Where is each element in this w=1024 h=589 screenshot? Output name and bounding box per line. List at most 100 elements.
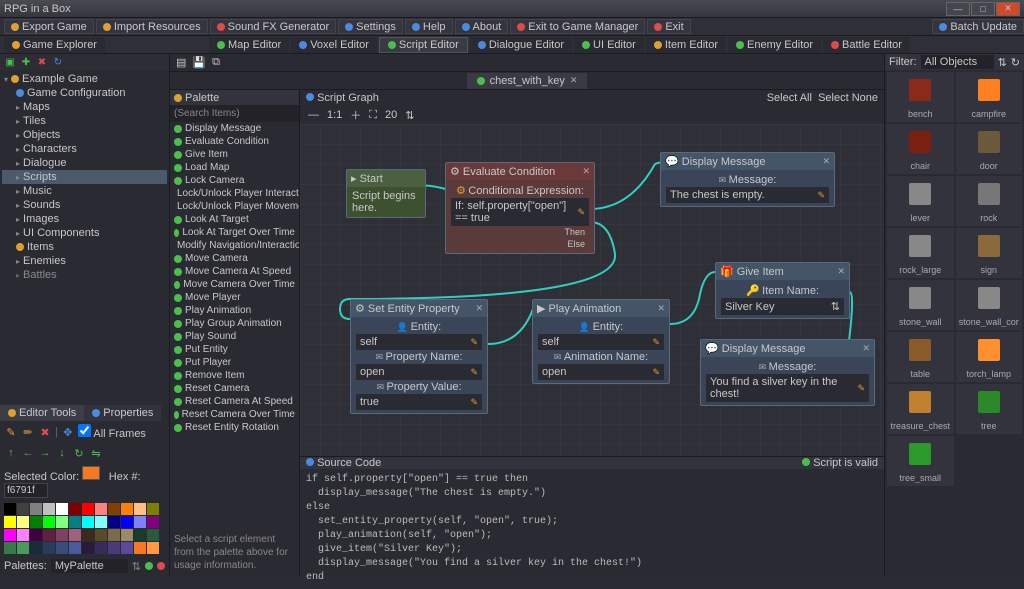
color-swatch[interactable] xyxy=(108,516,120,528)
tree-tiles[interactable]: Tiles xyxy=(23,115,46,127)
game-tree[interactable]: ▾Example Game Game Configuration ▸Maps ▸… xyxy=(0,70,169,405)
tree-root[interactable]: Example Game xyxy=(22,73,98,85)
tab-battle-editor[interactable]: Battle Editor xyxy=(823,37,910,53)
color-swatch[interactable] xyxy=(134,503,146,515)
fit-icon[interactable]: ⛶ xyxy=(369,109,377,122)
color-swatch[interactable] xyxy=(30,516,42,528)
color-swatch[interactable] xyxy=(82,516,94,528)
palette-item[interactable]: Play Group Animation xyxy=(170,317,299,330)
tree-images[interactable]: Images xyxy=(23,213,59,225)
object-sign[interactable]: sign xyxy=(956,228,1023,278)
minimize-button[interactable]: — xyxy=(946,2,970,16)
pencil-tool-icon[interactable]: ✎ xyxy=(4,425,18,439)
zoom-in-icon[interactable]: ＋ xyxy=(350,107,361,123)
arrow-down-icon[interactable]: ↓ xyxy=(55,446,69,460)
node-display-message-1[interactable]: 💬 Display Message✕ ✉ Message: The chest … xyxy=(660,152,835,207)
select-all-button[interactable]: Select All xyxy=(767,92,812,104)
palette-item[interactable]: Lock/Unlock Player Movement xyxy=(170,200,299,213)
tab-voxel-editor[interactable]: Voxel Editor xyxy=(291,37,377,53)
color-swatch[interactable] xyxy=(43,529,55,541)
edit-icon[interactable]: ✎ xyxy=(577,207,585,218)
tree-music[interactable]: Music xyxy=(23,185,52,197)
color-swatch[interactable] xyxy=(108,503,120,515)
edit-icon[interactable]: ✎ xyxy=(470,367,478,378)
doc-tab-chest[interactable]: chest_with_key✕ xyxy=(467,73,588,89)
tree-objects[interactable]: Objects xyxy=(23,129,60,141)
tree-sounds[interactable]: Sounds xyxy=(23,199,60,211)
color-swatch[interactable] xyxy=(82,529,94,541)
about-button[interactable]: About xyxy=(455,19,509,34)
color-swatch[interactable] xyxy=(69,529,81,541)
palette-item[interactable]: Load Map xyxy=(170,161,299,174)
object-door[interactable]: door xyxy=(956,124,1023,174)
settings-button[interactable]: Settings xyxy=(338,19,403,34)
color-swatch[interactable] xyxy=(30,542,42,554)
color-swatch[interactable] xyxy=(30,529,42,541)
object-rock_large[interactable]: rock_large xyxy=(887,228,954,278)
color-swatch[interactable] xyxy=(43,503,55,515)
color-swatch[interactable] xyxy=(121,503,133,515)
color-swatch[interactable] xyxy=(121,516,133,528)
zoom-stepper-icon[interactable]: ⇅ xyxy=(405,109,414,122)
erase-tool-icon[interactable]: ✖ xyxy=(38,425,52,439)
color-swatch[interactable] xyxy=(95,503,107,515)
object-tree[interactable]: tree xyxy=(956,384,1023,434)
palette-list[interactable]: Display MessageEvaluate ConditionGive It… xyxy=(170,122,299,529)
color-swatch[interactable] xyxy=(147,542,159,554)
color-swatch[interactable] xyxy=(95,516,107,528)
color-swatch[interactable] xyxy=(121,529,133,541)
palette-item[interactable]: Display Message xyxy=(170,122,299,135)
palette-item[interactable]: Lock/Unlock Player Interaction xyxy=(170,187,299,200)
palette-item[interactable]: Reset Camera xyxy=(170,382,299,395)
palette-item[interactable]: Move Player xyxy=(170,291,299,304)
palette-item[interactable]: Play Animation xyxy=(170,304,299,317)
color-swatch[interactable] xyxy=(43,542,55,554)
object-grid[interactable]: benchcampfirechairdoorleverrockrock_larg… xyxy=(885,70,1024,576)
edit-icon[interactable]: ✎ xyxy=(470,397,478,408)
help-button[interactable]: Help xyxy=(405,19,453,34)
close-tab-icon[interactable]: ✕ xyxy=(570,75,578,86)
color-swatch[interactable] xyxy=(4,503,16,515)
tree-dialogue[interactable]: Dialogue xyxy=(23,157,66,169)
tree-items[interactable]: Items xyxy=(27,241,54,253)
object-campfire[interactable]: campfire xyxy=(956,72,1023,122)
tab-ui-editor[interactable]: UI Editor xyxy=(574,37,644,53)
palette-item[interactable]: Look At Target Over Time xyxy=(170,226,299,239)
edit-icon[interactable]: ✎ xyxy=(817,190,825,201)
close-node-icon[interactable]: ✕ xyxy=(475,303,483,314)
tab-editor-tools[interactable]: Editor Tools xyxy=(0,405,84,421)
palette-item[interactable]: Move Camera xyxy=(170,252,299,265)
object-treasure_chest[interactable]: treasure_chest xyxy=(887,384,954,434)
object-bench[interactable]: bench xyxy=(887,72,954,122)
color-swatch[interactable] xyxy=(43,516,55,528)
color-swatch[interactable] xyxy=(121,542,133,554)
close-button[interactable]: ✕ xyxy=(996,2,1020,16)
tree-enemies[interactable]: Enemies xyxy=(23,255,66,267)
close-node-icon[interactable]: ✕ xyxy=(822,156,830,167)
palette-item[interactable]: Move Camera Over Time xyxy=(170,278,299,291)
object-chair[interactable]: chair xyxy=(887,124,954,174)
color-swatch[interactable] xyxy=(4,529,16,541)
palette-item[interactable]: Reset Camera Over Time xyxy=(170,408,299,421)
add-icon[interactable]: ✚ xyxy=(20,56,32,68)
object-table[interactable]: table xyxy=(887,332,954,382)
sfx-generator-button[interactable]: Sound FX Generator xyxy=(210,19,337,34)
color-swatch[interactable] xyxy=(56,529,68,541)
palette-item[interactable]: Remove Item xyxy=(170,369,299,382)
filter-stepper-icon[interactable]: ⇅ xyxy=(998,56,1007,69)
color-swatch[interactable] xyxy=(69,503,81,515)
color-swatch[interactable] xyxy=(134,542,146,554)
color-swatch[interactable] xyxy=(56,503,68,515)
zoom-value[interactable]: 20 xyxy=(385,109,397,121)
color-swatch[interactable] xyxy=(95,529,107,541)
color-swatch[interactable] xyxy=(147,516,159,528)
all-frames-checkbox[interactable] xyxy=(78,424,91,437)
palette-options-icon[interactable]: ⇅ xyxy=(132,560,141,573)
delete-icon[interactable]: ✖ xyxy=(36,56,48,68)
new-doc-icon[interactable]: ▤ xyxy=(176,56,186,69)
batch-update-button[interactable]: Batch Update xyxy=(932,19,1024,34)
color-swatch[interactable] xyxy=(4,516,16,528)
save-doc-icon[interactable]: 💾 xyxy=(192,56,206,69)
tab-dialogue-editor[interactable]: Dialogue Editor xyxy=(470,37,572,53)
palette-item[interactable]: Evaluate Condition xyxy=(170,135,299,148)
